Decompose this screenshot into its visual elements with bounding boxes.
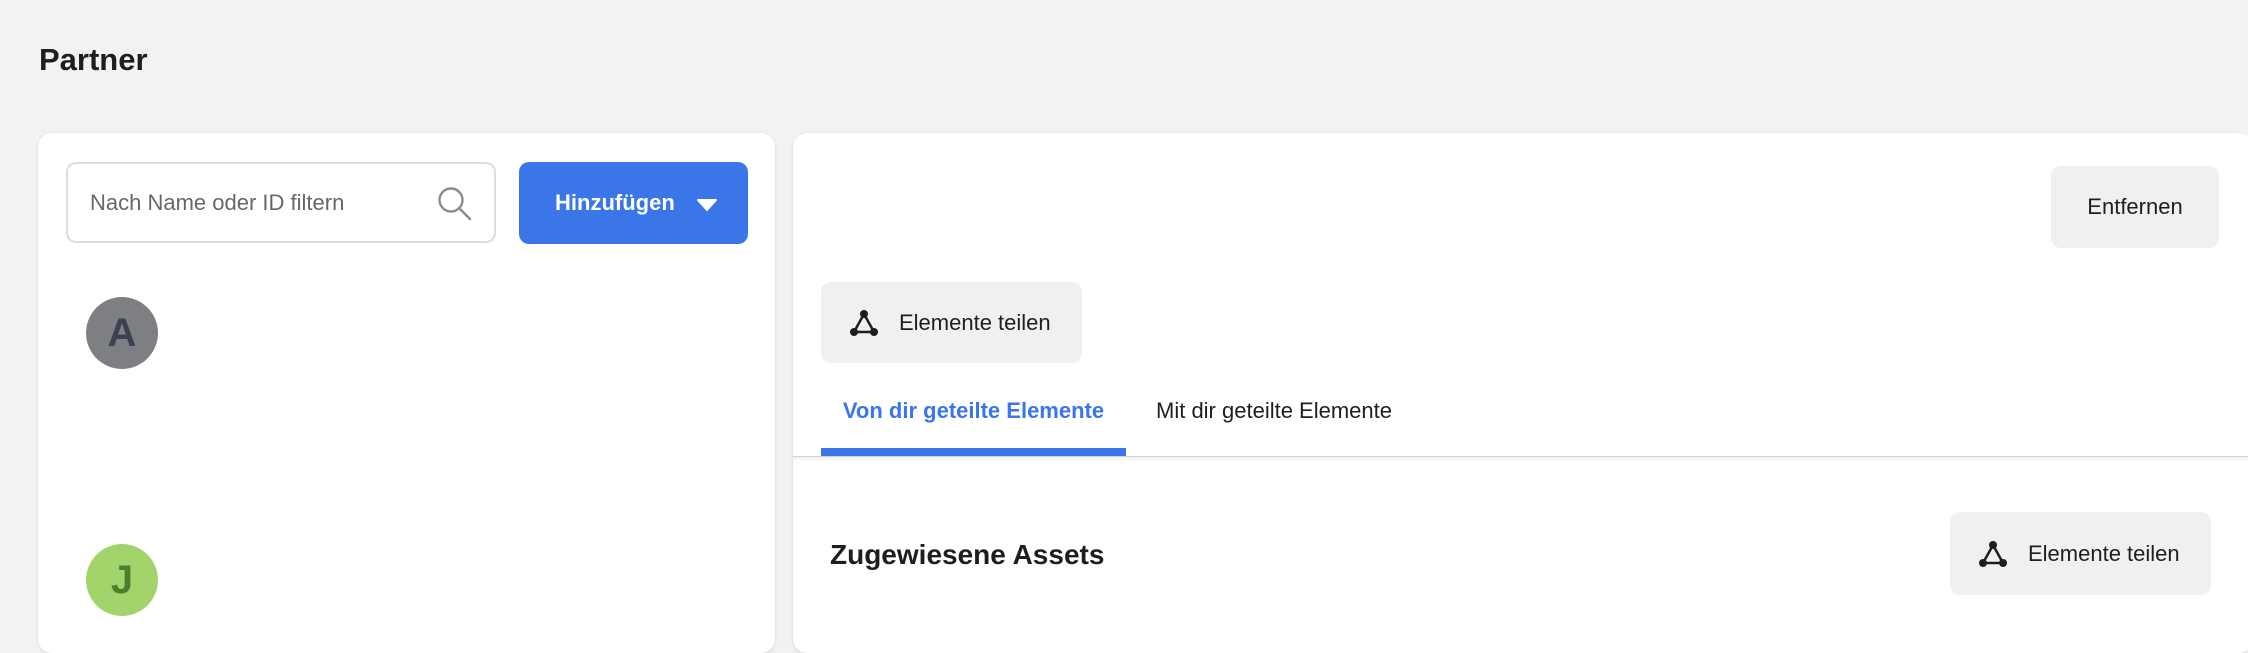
active-tab-indicator [821,448,1126,456]
share-network-icon [1979,540,2007,567]
partner-avatar[interactable]: A [86,297,158,369]
search-input[interactable] [88,188,432,217]
search-icon[interactable] [436,185,474,223]
chevron-down-icon [697,199,717,211]
share-network-icon [850,309,878,336]
add-button[interactable]: Hinzufügen [519,162,748,244]
partner-detail-panel: Entfernen Elemente teilen Von dir geteil… [793,133,2248,653]
share-items-label: Elemente teilen [899,309,1051,335]
remove-button[interactable]: Entfernen [2051,166,2219,248]
share-items-button[interactable]: Elemente teilen [821,282,1082,363]
page-title: Partner [39,42,148,77]
share-items-label: Elemente teilen [2028,540,2180,566]
tab-shared-with-you[interactable]: Mit dir geteilte Elemente [1156,398,1406,456]
partner-avatar[interactable]: J [86,544,158,616]
partner-list-panel: Hinzufügen A J [38,133,775,653]
share-items-button-section[interactable]: Elemente teilen [1950,512,2211,595]
section-title: Zugewiesene Assets [830,539,1105,570]
add-button-label: Hinzufügen [555,190,675,215]
search-box[interactable] [66,162,496,243]
